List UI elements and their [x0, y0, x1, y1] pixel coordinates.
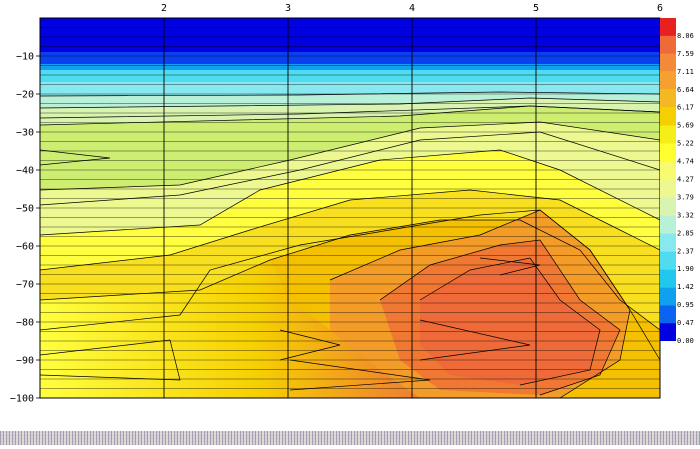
colorbar-label: 3.79	[677, 193, 694, 201]
colorbar-label: 1.42	[677, 283, 694, 291]
colorbar-label: 0.00	[677, 337, 694, 345]
x-tick-labels: 2 3 4 5 6	[161, 3, 663, 14]
colorbar-label: 6.17	[677, 104, 694, 112]
y-tick-label: −70	[16, 280, 34, 291]
grid-lines	[39, 17, 661, 399]
chart-svg: 2 3 4 5 6 −10 −20 −30 −40 −50 −60 −70 −80 −90 −100 0.…	[10, 3, 694, 405]
y-tick-label: −30	[16, 128, 34, 139]
colorbar-swatch	[660, 18, 676, 36]
colorbar-swatch	[660, 143, 676, 162]
colorbar-swatch	[660, 71, 676, 90]
colorbar-swatch	[660, 233, 676, 252]
x-tick-label: 5	[533, 3, 539, 14]
colorbar-swatch	[660, 89, 676, 108]
colorbar-label: 3.32	[677, 211, 694, 219]
colorbar-label: 0.95	[677, 301, 694, 309]
x-tick-label: 3	[285, 3, 291, 14]
y-tick-label: −40	[16, 166, 34, 177]
contour-chart: 2 3 4 5 6 −10 −20 −30 −40 −50 −60 −70 −80 −90 −100 0.…	[0, 0, 700, 445]
colorbar-swatch	[660, 215, 676, 234]
colorbar: 0.00 0.47 0.95 1.42 1.90 2.37 2.85 3.32 3.79 4.27…	[660, 18, 694, 345]
colorbar-label: 0.47	[677, 319, 694, 327]
colorbar-swatch	[660, 35, 676, 54]
colorbar-label: 1.90	[677, 265, 694, 273]
colorbar-swatch	[660, 197, 676, 216]
colorbar-swatch	[660, 125, 676, 144]
contour-band	[40, 64, 660, 70]
colorbar-swatch	[660, 251, 676, 270]
colorbar-swatch	[660, 269, 676, 288]
x-tick-label: 6	[657, 3, 663, 14]
contour-band	[40, 70, 660, 82]
colorbar-swatch	[660, 161, 676, 180]
colorbar-label: 5.22	[677, 140, 694, 148]
colorbar-swatch	[660, 305, 676, 324]
x-tick-label: 2	[161, 3, 167, 14]
colorbar-swatch	[660, 179, 676, 198]
colorbar-label: 7.11	[677, 68, 694, 76]
colorbar-swatch	[660, 53, 676, 72]
colorbar-swatch	[660, 287, 676, 306]
y-tick-label: −80	[16, 318, 34, 329]
colorbar-label: 4.27	[677, 176, 694, 184]
colorbar-label: 7.59	[677, 50, 694, 58]
contour-band	[40, 18, 660, 52]
colorbar-label: 8.06	[677, 32, 694, 40]
contour-band	[40, 52, 660, 64]
y-tick-label: −20	[16, 90, 34, 101]
noise-strip	[0, 431, 700, 445]
y-tick-label: −90	[16, 356, 34, 367]
colorbar-label: 2.85	[677, 229, 694, 237]
colorbar-label: 2.37	[677, 247, 694, 255]
x-tick-label: 4	[409, 3, 415, 14]
y-tick-label: −100	[10, 394, 34, 405]
colorbar-label: 4.74	[677, 158, 694, 166]
y-tick-label: −10	[16, 52, 34, 63]
y-tick-labels: −10 −20 −30 −40 −50 −60 −70 −80 −90 −100	[10, 52, 40, 405]
colorbar-label: 5.69	[677, 122, 694, 130]
colorbar-swatch	[660, 323, 676, 341]
colorbar-swatch	[660, 107, 676, 126]
colorbar-label: 6.64	[677, 86, 694, 94]
y-tick-label: −50	[16, 204, 34, 215]
y-tick-label: −60	[16, 242, 34, 253]
